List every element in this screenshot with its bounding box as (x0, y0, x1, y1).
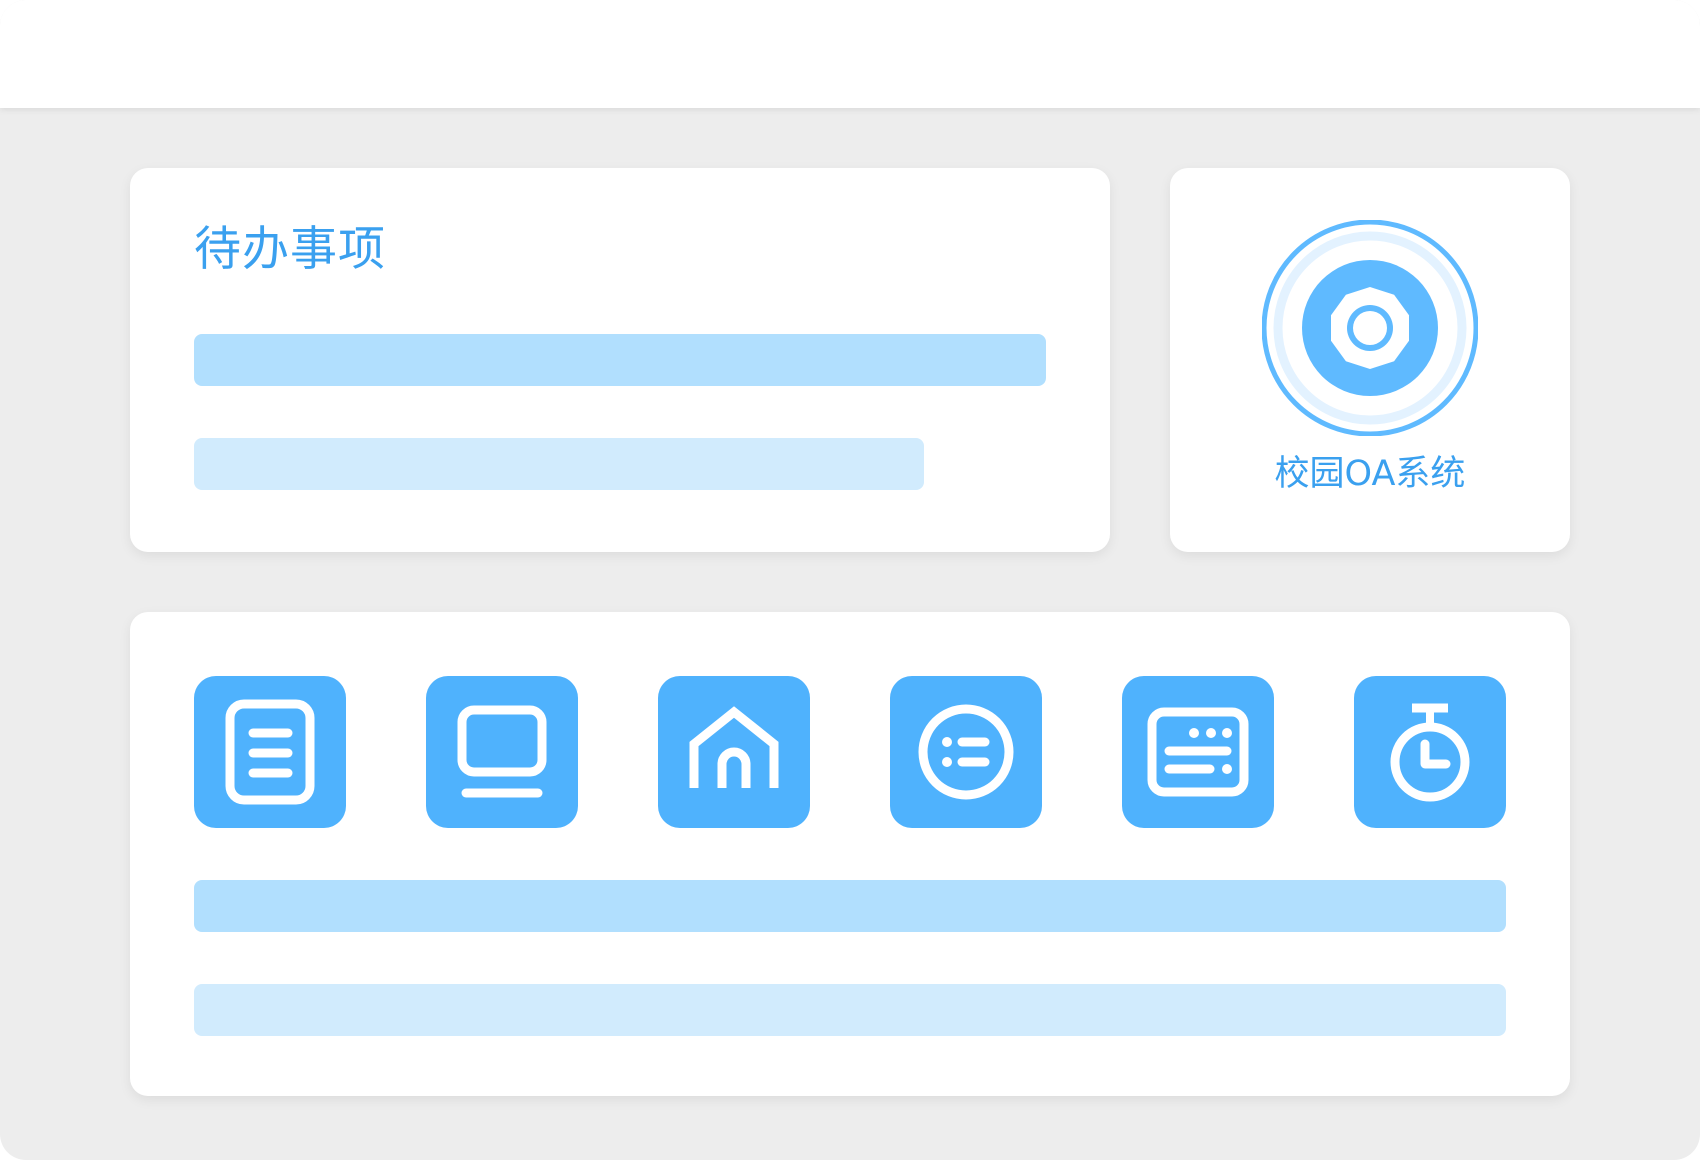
keyboard-icon (1147, 707, 1249, 797)
todo-item-bar-1[interactable] (194, 334, 1046, 386)
oa-system-card[interactable]: 校园OA系统 (1170, 168, 1570, 552)
top-bar (0, 0, 1700, 108)
apps-card (130, 612, 1570, 1096)
stopwatch-icon (1390, 703, 1470, 802)
app-tile-home[interactable] (658, 676, 810, 828)
laptop-icon (457, 705, 547, 798)
app-window: 待办事项 校园OA系统 (0, 0, 1700, 1160)
todo-card: 待办事项 (130, 168, 1110, 552)
app-tile-documents[interactable] (194, 676, 346, 828)
todo-item-bar-2[interactable] (194, 438, 924, 490)
todo-title: 待办事项 (194, 222, 386, 277)
document-list-icon (225, 699, 315, 805)
home-icon (689, 706, 779, 788)
content-bar-2[interactable] (194, 984, 1506, 1036)
app-tile-computer[interactable] (426, 676, 578, 828)
app-tile-list[interactable] (890, 676, 1042, 828)
circle-list-icon (918, 704, 1014, 800)
octagon-ring-logo-icon (1261, 219, 1479, 437)
app-tile-keyboard[interactable] (1122, 676, 1274, 828)
oa-system-label: 校园OA系统 (1274, 454, 1466, 494)
content-bar-1[interactable] (194, 880, 1506, 932)
app-tile-timer[interactable] (1354, 676, 1506, 828)
